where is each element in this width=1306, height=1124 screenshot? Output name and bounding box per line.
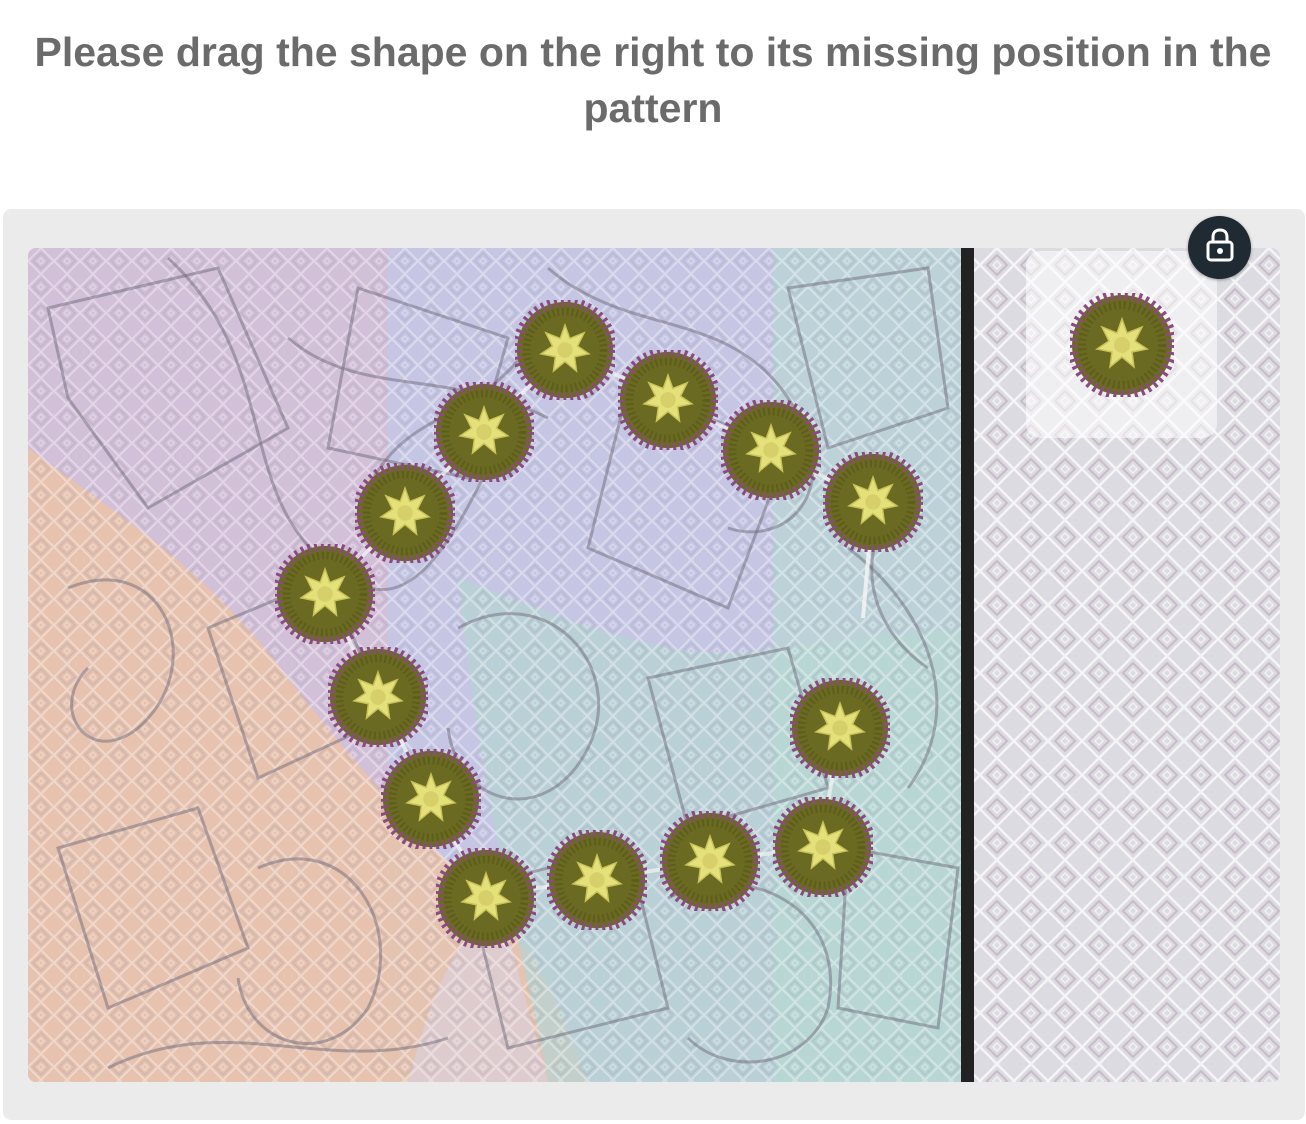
draggable-piece[interactable] — [1072, 295, 1172, 395]
sun-token-icon[interactable] — [1072, 295, 1172, 395]
pattern-token — [436, 384, 532, 480]
pattern-token — [277, 546, 373, 642]
pattern-token — [438, 850, 534, 946]
pattern-token — [792, 680, 888, 776]
pattern-token — [549, 832, 645, 928]
pattern-token — [620, 352, 716, 448]
puzzle-canvas — [28, 248, 1280, 1082]
instruction-line-1: Please drag the shape on the right to it… — [34, 29, 1272, 75]
puzzle-board — [28, 248, 1280, 1082]
lock-icon — [1203, 227, 1237, 268]
board-divider — [961, 248, 974, 1082]
pattern-token — [723, 402, 819, 498]
pattern-token — [383, 751, 479, 847]
pattern-token — [775, 799, 871, 895]
pattern-token — [517, 302, 613, 398]
pattern-token — [662, 813, 758, 909]
instruction-text: Please drag the shape on the right to it… — [0, 24, 1306, 136]
pattern-token — [330, 649, 426, 745]
pattern-token — [825, 454, 921, 550]
pattern-token — [357, 465, 453, 561]
lock-button[interactable] — [1188, 216, 1251, 279]
instruction-line-2: pattern — [583, 85, 723, 131]
